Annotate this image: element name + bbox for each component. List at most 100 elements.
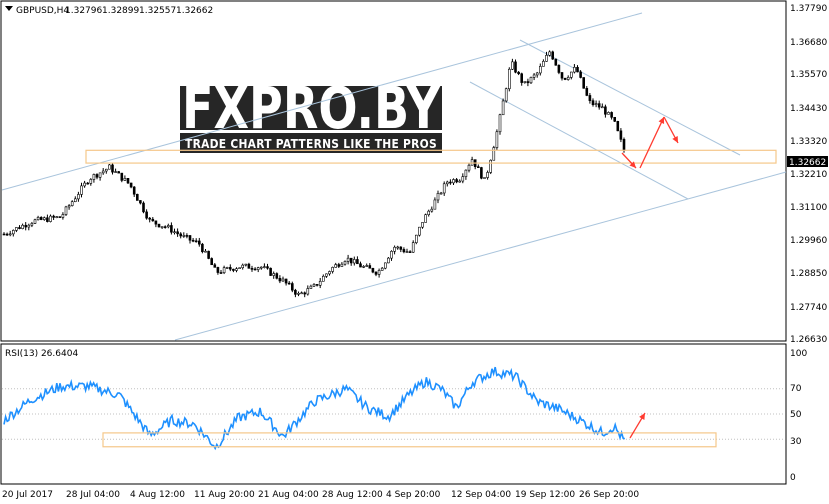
candle-body [613, 117, 617, 122]
candle-body [414, 234, 418, 243]
time-tick: 21 Aug 04:00 [258, 490, 319, 500]
candle-body [393, 246, 396, 252]
candle-body [371, 267, 375, 273]
candle-body [346, 257, 350, 262]
candle-body [185, 235, 189, 237]
candle-body [219, 272, 223, 274]
candle-body [445, 181, 449, 185]
candle-body [526, 81, 530, 84]
candle-body [380, 267, 384, 271]
candle-body [362, 266, 365, 268]
candle-body [483, 177, 486, 179]
candle-body [600, 106, 604, 109]
candle-body [241, 264, 244, 268]
candle-body [352, 259, 356, 264]
candle-body [439, 192, 443, 195]
candle-body [325, 273, 328, 277]
time-tick: 4 Aug 12:00 [130, 490, 185, 500]
candle-body [594, 103, 598, 106]
candle-body [399, 246, 403, 250]
candle-body [250, 268, 254, 270]
candle-body [21, 224, 24, 229]
candle-body [290, 283, 294, 291]
candle-body [383, 262, 387, 269]
candle-body [433, 199, 437, 210]
time-tick: 28 Aug 12:00 [322, 490, 383, 500]
chart-canvas[interactable]: FXPRO.BY TRADE CHART PATTERNS LIKE THE P… [0, 0, 829, 504]
candle-body [67, 205, 71, 208]
candle-body [374, 271, 378, 275]
candle-body [225, 267, 229, 269]
candle-body [569, 71, 573, 78]
candle-body [328, 271, 331, 275]
time-tick: 20 Jul 2017 [2, 490, 53, 500]
candle-body [467, 164, 471, 171]
candle-body [2, 233, 6, 236]
candle-body [12, 230, 15, 235]
candle-body [591, 100, 595, 106]
candle-body [538, 66, 542, 74]
candle-body [101, 170, 105, 174]
candle-body [461, 176, 465, 182]
candle-body [232, 268, 235, 271]
candle-body [532, 74, 536, 78]
candle-body [507, 68, 511, 90]
candle-body [458, 180, 462, 183]
candle-body [489, 159, 493, 173]
time-axis: 20 Jul 2017 28 Jul 04:00 4 Aug 12:00 11 … [2, 490, 639, 500]
candle-body [306, 288, 310, 295]
candle-body [582, 77, 586, 89]
candle-body [42, 217, 46, 220]
header-close: 1.32662 [176, 6, 213, 16]
candle-body [204, 250, 207, 253]
candle-body [198, 240, 201, 245]
price-tick: 1.36680 [790, 38, 827, 48]
candle-body [343, 261, 347, 265]
candle-body [418, 226, 421, 236]
candle-body [486, 172, 489, 178]
candle-body [554, 58, 558, 66]
candle-body [89, 179, 93, 184]
candle-body [263, 266, 266, 268]
candle-body [49, 215, 52, 222]
candle-body [560, 72, 564, 79]
candle-body [117, 171, 120, 174]
candle-body [176, 231, 179, 235]
candle-body [238, 267, 241, 269]
candle-body [424, 214, 427, 223]
candle-body [610, 112, 613, 118]
candle-body [86, 182, 89, 185]
candle-body [542, 61, 545, 67]
candle-body [359, 263, 362, 268]
time-tick: 4 Sep 20:00 [386, 490, 441, 500]
candle-body [408, 251, 412, 253]
price-tick: 1.31100 [790, 203, 827, 213]
candle-body [616, 120, 620, 132]
time-tick: 12 Sep 04:00 [451, 490, 511, 500]
candle-body [114, 171, 117, 173]
candle-body [18, 227, 21, 229]
time-tick: 28 Jul 04:00 [66, 490, 120, 500]
candle-body [501, 100, 505, 116]
candle-body [111, 164, 114, 173]
candle-body [201, 243, 204, 253]
rsi-tick: 70 [790, 384, 802, 394]
price-tick: 1.32210 [790, 170, 827, 180]
candle-body [188, 235, 192, 241]
candle-body [160, 226, 164, 228]
candle-body [579, 71, 582, 78]
candle-body [405, 251, 409, 253]
candle-body [495, 131, 499, 148]
candle-body [334, 264, 338, 268]
candle-body [256, 267, 260, 270]
candle-body [340, 263, 344, 267]
candle-body [77, 194, 80, 200]
candle-body [55, 216, 59, 218]
candle-body [303, 292, 307, 295]
candle-body [229, 267, 232, 270]
candle-body [294, 289, 297, 295]
candle-body [136, 193, 139, 201]
candle-body [300, 292, 303, 295]
candle-body [430, 208, 434, 212]
candle-body [5, 233, 9, 236]
